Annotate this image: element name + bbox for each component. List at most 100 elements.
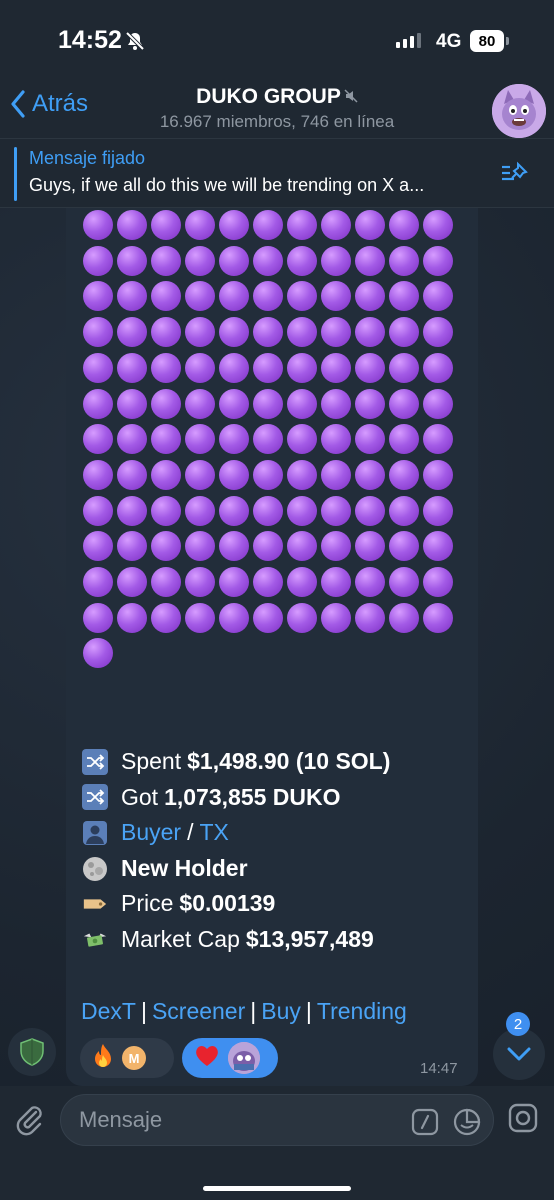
- status-time: 14:52: [58, 26, 122, 54]
- purple-circle: [389, 424, 419, 455]
- group-avatar[interactable]: [492, 84, 546, 138]
- camera-icon: [508, 1103, 538, 1133]
- purple-circle: [253, 459, 283, 490]
- purple-circle: [355, 602, 385, 633]
- purple-circle: [287, 245, 317, 276]
- chevron-down-icon: [507, 1047, 531, 1061]
- pinned-text: Guys, if we all do this we will be trend…: [29, 175, 425, 195]
- link-separator: |: [305, 998, 312, 1024]
- purple-circle: [287, 602, 317, 633]
- purple-circle: [321, 495, 351, 526]
- purple-circle: [117, 317, 147, 348]
- price-value: $0.00139: [179, 890, 276, 917]
- links-row: DexT | Screener | Buy | Trending: [81, 998, 407, 1025]
- purple-circle: [423, 388, 453, 419]
- pinned-message[interactable]: Mensaje fijado Guys, if we all do this w…: [0, 138, 554, 208]
- battery-level: 80: [470, 30, 504, 52]
- purple-circle: [321, 388, 351, 419]
- pinned-indicator: [14, 147, 17, 201]
- purple-circle: [117, 602, 147, 633]
- purple-circle: [423, 245, 453, 276]
- purple-circle: [389, 317, 419, 348]
- price-row: Price $0.00139: [82, 886, 390, 922]
- purple-circle: [355, 424, 385, 455]
- sticker-icon: [453, 1108, 481, 1136]
- purple-circle: [355, 317, 385, 348]
- reaction-fire-m[interactable]: M: [80, 1038, 174, 1078]
- slash-command-icon: [411, 1108, 439, 1136]
- got-label: Got: [121, 783, 159, 810]
- purple-circle: [287, 459, 317, 490]
- purple-circle: [117, 210, 147, 240]
- purple-circle: [151, 424, 181, 455]
- purple-circle: [219, 602, 249, 633]
- camera-button[interactable]: [508, 1103, 538, 1138]
- money-wings-icon: [82, 927, 108, 953]
- pinned-label: Mensaje fijado: [29, 148, 146, 168]
- chat-subtitle: 16.967 miembros, 746 en línea: [159, 112, 395, 131]
- shield-button[interactable]: [8, 1028, 56, 1076]
- purple-circle: [219, 352, 249, 383]
- sticker-button[interactable]: [453, 1108, 481, 1141]
- new-holder-row: New Holder: [82, 851, 390, 887]
- purple-circle: [253, 317, 283, 348]
- input-bar: [0, 1086, 554, 1200]
- attach-button[interactable]: [14, 1102, 44, 1141]
- commands-button[interactable]: [411, 1108, 439, 1141]
- chat-header: Atrás DUKO GROUP 16.967 miembros, 746 en…: [0, 80, 554, 138]
- chat-title[interactable]: DUKO GROUP: [0, 85, 554, 109]
- screener-link[interactable]: Screener: [152, 998, 245, 1024]
- purple-circle: [321, 567, 351, 597]
- user-silhouette-icon: [82, 820, 108, 846]
- moon-icon: [82, 856, 108, 882]
- buyer-link[interactable]: Buyer: [121, 815, 181, 851]
- purple-circle: [321, 459, 351, 490]
- message-time: 14:47: [420, 1060, 458, 1077]
- price-tag-icon: [82, 891, 108, 917]
- purple-circle: [219, 388, 249, 419]
- purple-circle: [185, 317, 215, 348]
- chat-title-text: DUKO GROUP: [196, 85, 341, 108]
- message-input[interactable]: [79, 1105, 389, 1135]
- purple-circle: [287, 388, 317, 419]
- purple-circle: [117, 459, 147, 490]
- purple-circle: [151, 388, 181, 419]
- purple-circle: [423, 495, 453, 526]
- purple-circle: [389, 352, 419, 383]
- purple-circle: [185, 567, 215, 597]
- purple-circle: [185, 245, 215, 276]
- tx-link[interactable]: TX: [199, 815, 228, 851]
- purple-circle: [185, 424, 215, 455]
- price-label: Price: [121, 890, 174, 917]
- buy-link[interactable]: Buy: [261, 998, 301, 1024]
- purple-circle: [117, 388, 147, 419]
- reaction-heart[interactable]: [182, 1038, 278, 1078]
- purple-circle: [185, 495, 215, 526]
- purple-circle: [253, 567, 283, 597]
- purple-circle: [423, 459, 453, 490]
- spent-row: Spent $1,498.90 (10 SOL): [82, 744, 390, 780]
- purple-circle: [389, 495, 419, 526]
- purple-circle: [151, 210, 181, 240]
- purple-circle: [83, 210, 113, 240]
- purple-circle: [321, 352, 351, 383]
- spent-label: Spent: [121, 748, 182, 774]
- purple-circle: [219, 317, 249, 348]
- purple-circle: [83, 567, 113, 597]
- message-input-field[interactable]: [60, 1094, 494, 1146]
- purple-circle: [151, 352, 181, 383]
- purple-circle: [83, 602, 113, 633]
- purple-circle: [253, 388, 283, 419]
- heart-icon: [194, 1044, 220, 1073]
- trending-link[interactable]: Trending: [317, 998, 407, 1024]
- pin-list-icon[interactable]: [500, 161, 532, 192]
- purple-circle: [83, 495, 113, 526]
- dext-link[interactable]: DexT: [81, 998, 136, 1024]
- home-indicator: [203, 1186, 351, 1191]
- purple-circle: [151, 459, 181, 490]
- signal-icon: [396, 33, 421, 48]
- purple-circle: [389, 245, 419, 276]
- purple-circle: [219, 495, 249, 526]
- purple-circle: [83, 424, 113, 455]
- purple-circle: [151, 567, 181, 597]
